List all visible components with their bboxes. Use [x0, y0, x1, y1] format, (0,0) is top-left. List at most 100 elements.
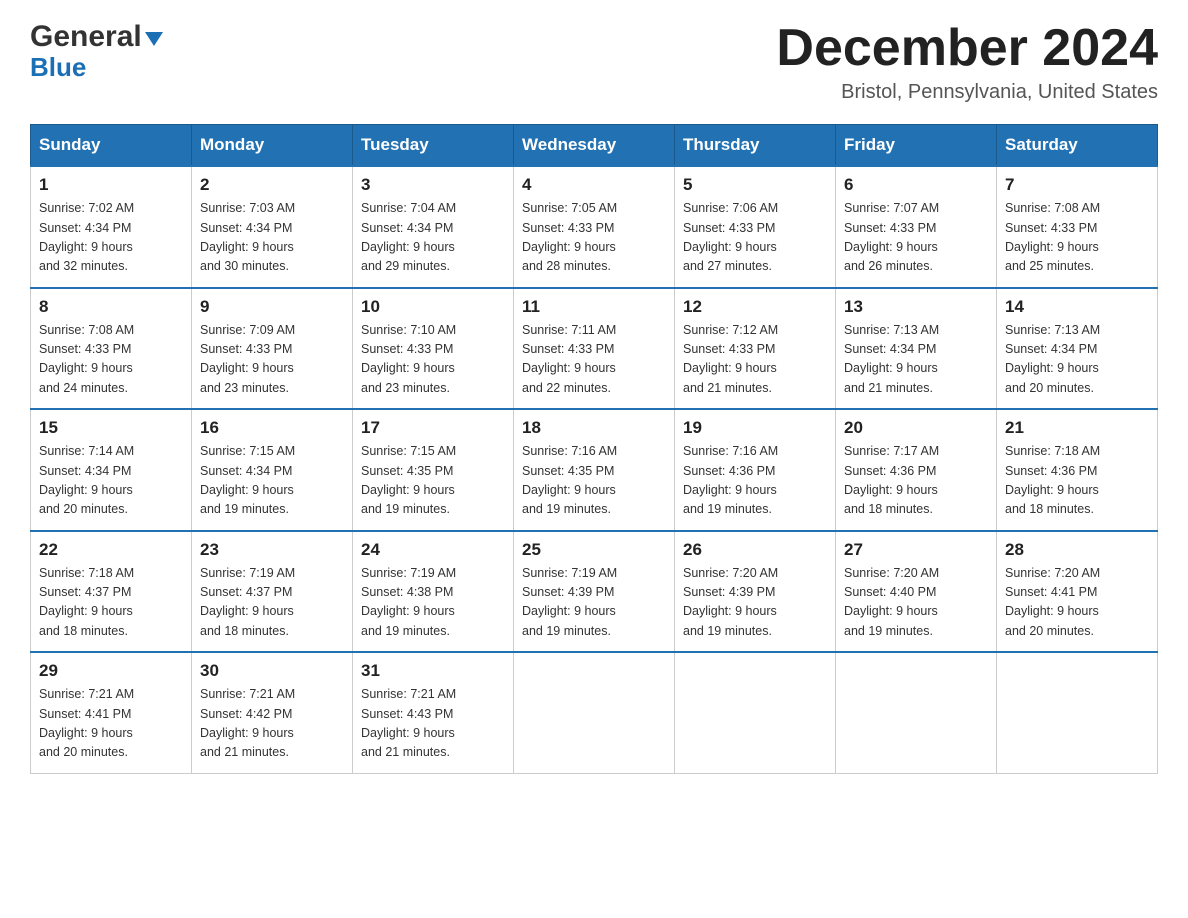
- calendar-cell: 23 Sunrise: 7:19 AMSunset: 4:37 PMDayligh…: [192, 531, 353, 653]
- day-number: 10: [361, 297, 505, 317]
- title-area: December 2024 Bristol, Pennsylvania, Uni…: [776, 20, 1158, 104]
- week-row-1: 1 Sunrise: 7:02 AMSunset: 4:34 PMDaylight…: [31, 166, 1158, 288]
- month-year-title: December 2024: [776, 20, 1158, 77]
- day-info: Sunrise: 7:19 AMSunset: 4:38 PMDaylight:…: [361, 564, 505, 642]
- day-info: Sunrise: 7:04 AMSunset: 4:34 PMDaylight:…: [361, 199, 505, 277]
- day-number: 18: [522, 418, 666, 438]
- day-number: 9: [200, 297, 344, 317]
- day-info: Sunrise: 7:15 AMSunset: 4:34 PMDaylight:…: [200, 442, 344, 520]
- day-number: 7: [1005, 175, 1149, 195]
- calendar-cell: 25 Sunrise: 7:19 AMSunset: 4:39 PMDayligh…: [514, 531, 675, 653]
- day-number: 24: [361, 540, 505, 560]
- week-row-5: 29Sunrise: 7:21 AMSunset: 4:41 PMDayligh…: [31, 652, 1158, 773]
- calendar-cell: 31 Sunrise: 7:21 AMSunset: 4:43 PMDayligh…: [353, 652, 514, 773]
- column-header-friday: Friday: [836, 125, 997, 167]
- column-header-thursday: Thursday: [675, 125, 836, 167]
- day-info: Sunrise: 7:03 AMSunset: 4:34 PMDaylight:…: [200, 199, 344, 277]
- day-number: 4: [522, 175, 666, 195]
- calendar-cell: 7 Sunrise: 7:08 AMSunset: 4:33 PMDaylight…: [997, 166, 1158, 288]
- logo-general-text: General: [30, 20, 142, 54]
- calendar-cell: 10Sunrise: 7:10 AMSunset: 4:33 PMDayligh…: [353, 288, 514, 410]
- column-header-tuesday: Tuesday: [353, 125, 514, 167]
- day-info: Sunrise: 7:20 AMSunset: 4:39 PMDaylight:…: [683, 564, 827, 642]
- day-info: Sunrise: 7:14 AMSunset: 4:34 PMDaylight:…: [39, 442, 183, 520]
- day-number: 22: [39, 540, 183, 560]
- calendar-cell: 21 Sunrise: 7:18 AMSunset: 4:36 PMDayligh…: [997, 409, 1158, 531]
- calendar-cell: 29Sunrise: 7:21 AMSunset: 4:41 PMDayligh…: [31, 652, 192, 773]
- day-number: 5: [683, 175, 827, 195]
- day-info: Sunrise: 7:06 AMSunset: 4:33 PMDaylight:…: [683, 199, 827, 277]
- logo: General Blue: [30, 20, 163, 83]
- day-info: Sunrise: 7:13 AMSunset: 4:34 PMDaylight:…: [844, 321, 988, 399]
- day-number: 30: [200, 661, 344, 681]
- day-info: Sunrise: 7:20 AMSunset: 4:40 PMDaylight:…: [844, 564, 988, 642]
- day-number: 25: [522, 540, 666, 560]
- day-info: Sunrise: 7:09 AMSunset: 4:33 PMDaylight:…: [200, 321, 344, 399]
- day-number: 31: [361, 661, 505, 681]
- day-info: Sunrise: 7:05 AMSunset: 4:33 PMDaylight:…: [522, 199, 666, 277]
- calendar-cell: 2 Sunrise: 7:03 AMSunset: 4:34 PMDaylight…: [192, 166, 353, 288]
- day-number: 13: [844, 297, 988, 317]
- day-info: Sunrise: 7:02 AMSunset: 4:34 PMDaylight:…: [39, 199, 183, 277]
- column-header-monday: Monday: [192, 125, 353, 167]
- day-number: 12: [683, 297, 827, 317]
- calendar-cell: 28Sunrise: 7:20 AMSunset: 4:41 PMDayligh…: [997, 531, 1158, 653]
- calendar-cell: 8Sunrise: 7:08 AMSunset: 4:33 PMDaylight…: [31, 288, 192, 410]
- week-row-2: 8Sunrise: 7:08 AMSunset: 4:33 PMDaylight…: [31, 288, 1158, 410]
- day-number: 16: [200, 418, 344, 438]
- day-info: Sunrise: 7:18 AMSunset: 4:37 PMDaylight:…: [39, 564, 183, 642]
- calendar-cell: 27 Sunrise: 7:20 AMSunset: 4:40 PMDayligh…: [836, 531, 997, 653]
- day-info: Sunrise: 7:16 AMSunset: 4:35 PMDaylight:…: [522, 442, 666, 520]
- day-info: Sunrise: 7:19 AMSunset: 4:37 PMDaylight:…: [200, 564, 344, 642]
- page-header: General Blue December 2024 Bristol, Penn…: [30, 20, 1158, 104]
- calendar-cell: 15Sunrise: 7:14 AMSunset: 4:34 PMDayligh…: [31, 409, 192, 531]
- calendar-cell: 19Sunrise: 7:16 AMSunset: 4:36 PMDayligh…: [675, 409, 836, 531]
- day-number: 3: [361, 175, 505, 195]
- calendar-cell: 4 Sunrise: 7:05 AMSunset: 4:33 PMDaylight…: [514, 166, 675, 288]
- day-info: Sunrise: 7:19 AMSunset: 4:39 PMDaylight:…: [522, 564, 666, 642]
- day-number: 19: [683, 418, 827, 438]
- calendar-cell: 1 Sunrise: 7:02 AMSunset: 4:34 PMDaylight…: [31, 166, 192, 288]
- calendar-cell: 30 Sunrise: 7:21 AMSunset: 4:42 PMDayligh…: [192, 652, 353, 773]
- day-number: 11: [522, 297, 666, 317]
- day-number: 27: [844, 540, 988, 560]
- day-info: Sunrise: 7:11 AMSunset: 4:33 PMDaylight:…: [522, 321, 666, 399]
- calendar-cell: [997, 652, 1158, 773]
- calendar-cell: 17 Sunrise: 7:15 AMSunset: 4:35 PMDayligh…: [353, 409, 514, 531]
- day-info: Sunrise: 7:21 AMSunset: 4:43 PMDaylight:…: [361, 685, 505, 763]
- day-number: 17: [361, 418, 505, 438]
- calendar-cell: 9 Sunrise: 7:09 AMSunset: 4:33 PMDaylight…: [192, 288, 353, 410]
- day-info: Sunrise: 7:12 AMSunset: 4:33 PMDaylight:…: [683, 321, 827, 399]
- day-number: 26: [683, 540, 827, 560]
- day-info: Sunrise: 7:20 AMSunset: 4:41 PMDaylight:…: [1005, 564, 1149, 642]
- calendar-table: SundayMondayTuesdayWednesdayThursdayFrid…: [30, 124, 1158, 774]
- calendar-cell: 11 Sunrise: 7:11 AMSunset: 4:33 PMDayligh…: [514, 288, 675, 410]
- day-number: 1: [39, 175, 183, 195]
- day-info: Sunrise: 7:17 AMSunset: 4:36 PMDaylight:…: [844, 442, 988, 520]
- day-number: 21: [1005, 418, 1149, 438]
- day-info: Sunrise: 7:21 AMSunset: 4:41 PMDaylight:…: [39, 685, 183, 763]
- calendar-cell: [836, 652, 997, 773]
- day-number: 23: [200, 540, 344, 560]
- day-info: Sunrise: 7:15 AMSunset: 4:35 PMDaylight:…: [361, 442, 505, 520]
- day-info: Sunrise: 7:18 AMSunset: 4:36 PMDaylight:…: [1005, 442, 1149, 520]
- calendar-cell: 5 Sunrise: 7:06 AMSunset: 4:33 PMDaylight…: [675, 166, 836, 288]
- calendar-cell: 13 Sunrise: 7:13 AMSunset: 4:34 PMDayligh…: [836, 288, 997, 410]
- calendar-cell: 16 Sunrise: 7:15 AMSunset: 4:34 PMDayligh…: [192, 409, 353, 531]
- day-number: 2: [200, 175, 344, 195]
- day-number: 14: [1005, 297, 1149, 317]
- day-info: Sunrise: 7:08 AMSunset: 4:33 PMDaylight:…: [1005, 199, 1149, 277]
- calendar-cell: 12 Sunrise: 7:12 AMSunset: 4:33 PMDayligh…: [675, 288, 836, 410]
- calendar-header-row: SundayMondayTuesdayWednesdayThursdayFrid…: [31, 125, 1158, 167]
- day-number: 6: [844, 175, 988, 195]
- logo-triangle-icon: [145, 32, 163, 46]
- location-subtitle: Bristol, Pennsylvania, United States: [776, 81, 1158, 104]
- day-info: Sunrise: 7:13 AMSunset: 4:34 PMDaylight:…: [1005, 321, 1149, 399]
- day-info: Sunrise: 7:21 AMSunset: 4:42 PMDaylight:…: [200, 685, 344, 763]
- day-number: 20: [844, 418, 988, 438]
- day-number: 8: [39, 297, 183, 317]
- calendar-cell: 20 Sunrise: 7:17 AMSunset: 4:36 PMDayligh…: [836, 409, 997, 531]
- day-info: Sunrise: 7:07 AMSunset: 4:33 PMDaylight:…: [844, 199, 988, 277]
- calendar-cell: 6 Sunrise: 7:07 AMSunset: 4:33 PMDaylight…: [836, 166, 997, 288]
- calendar-cell: [514, 652, 675, 773]
